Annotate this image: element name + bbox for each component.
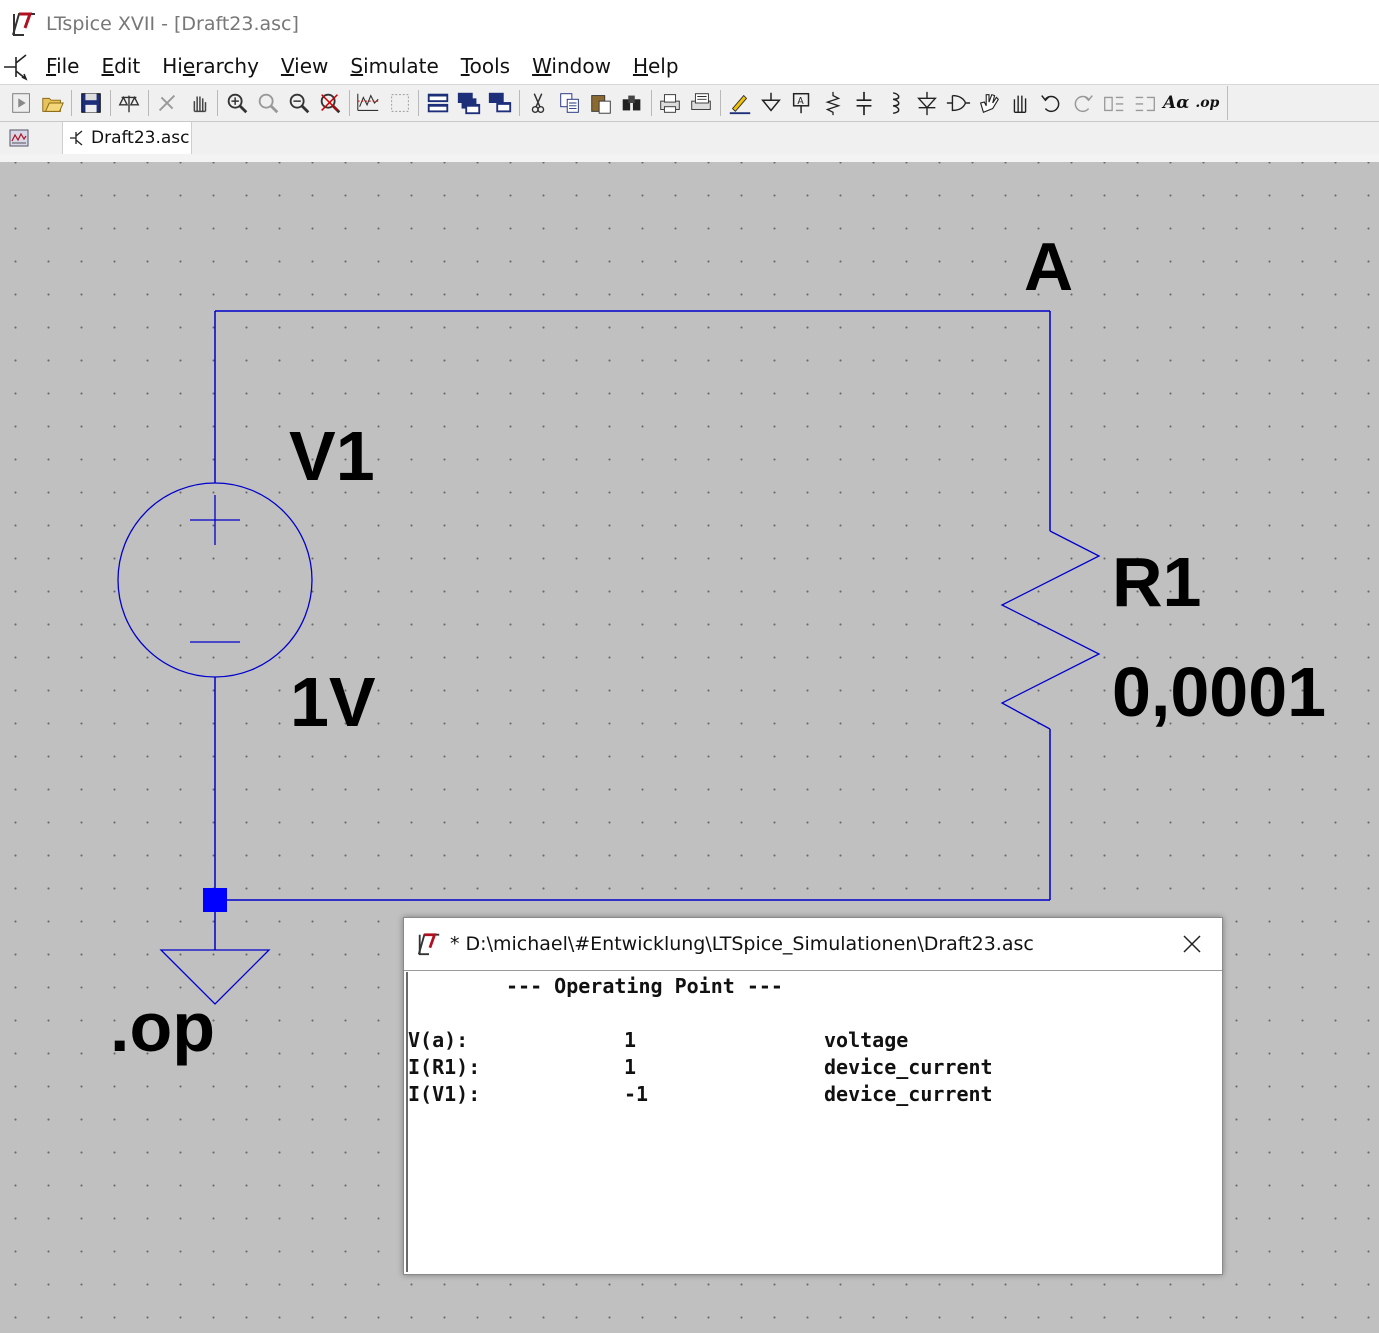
resistor-r1[interactable] (1000, 530, 1101, 730)
op-heading: --- Operating Point --- (506, 974, 783, 998)
net-label-a[interactable]: A (1024, 228, 1073, 306)
ltspice-logo-icon (417, 933, 440, 956)
output-text-area[interactable]: --- Operating Point --- V(a): 1 voltage I(R… (406, 972, 1222, 1272)
voltage-source-v1[interactable] (117, 482, 313, 678)
spice-directive-op[interactable]: .op (110, 987, 215, 1067)
op-name: V(a): (408, 1028, 469, 1052)
op-value: 1 (624, 1055, 637, 1079)
op-type: device_current (824, 1082, 993, 1106)
v1-value-label[interactable]: 1V (290, 662, 376, 742)
op-name: I(R1): (408, 1055, 481, 1079)
output-window-titlebar[interactable]: * D:\michael\#Entwicklung\LTSpice_Simula… (404, 918, 1222, 971)
v1-name-label[interactable]: V1 (289, 416, 375, 496)
output-window-title: * D:\michael\#Entwicklung\LTSpice_Simula… (450, 933, 1034, 955)
node-marker[interactable] (203, 888, 227, 912)
op-value: -1 (624, 1082, 649, 1106)
op-type: voltage (824, 1028, 909, 1052)
operating-point-window[interactable]: * D:\michael\#Entwicklung\LTSpice_Simula… (403, 917, 1223, 1275)
op-name: I(V1): (408, 1082, 481, 1106)
close-icon[interactable] (1180, 932, 1204, 956)
op-type: device_current (824, 1055, 993, 1079)
op-value: 1 (624, 1028, 637, 1052)
wires (214, 310, 1051, 950)
r1-name-label[interactable]: R1 (1112, 542, 1201, 622)
r1-value-label[interactable]: 0,0001 (1112, 652, 1326, 732)
